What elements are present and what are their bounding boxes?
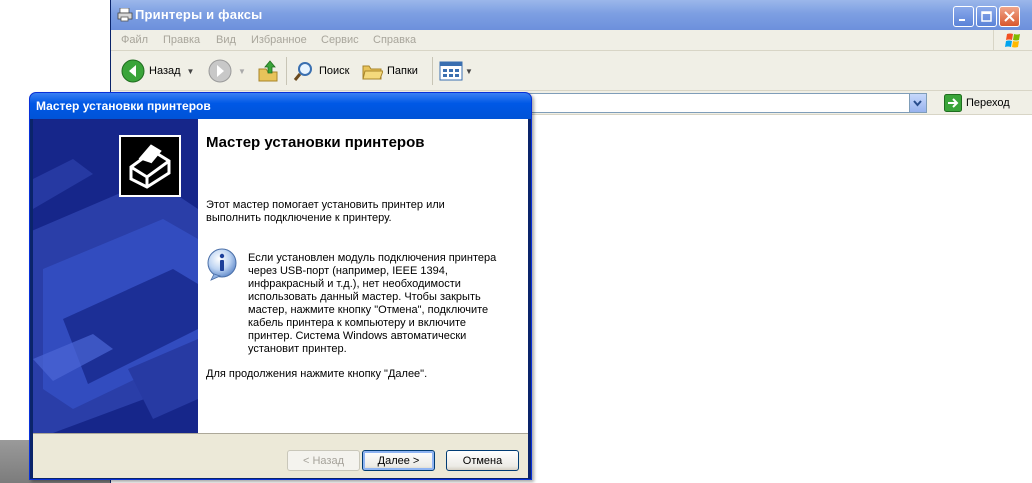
menu-edit[interactable]: Правка [163, 34, 200, 46]
wizard-intro-text: Этот мастер помогает установить принтер … [206, 199, 445, 224]
chevron-down-icon[interactable]: ▼ [465, 67, 473, 76]
folders-icon [362, 65, 383, 80]
views-icon [439, 61, 463, 81]
wizard-content: Мастер установки принтеров Этот мастер п… [198, 119, 528, 433]
printer-wizard-icon [119, 135, 181, 197]
chevron-down-icon[interactable]: ▼ [187, 67, 195, 76]
close-button[interactable] [999, 6, 1020, 27]
wizard-info-text: Если установлен модуль подключения принт… [248, 252, 497, 355]
go-button[interactable]: Переход [944, 94, 1010, 112]
menu-help[interactable]: Справка [373, 34, 416, 46]
wizard-continue-text: Для продолжения нажмите кнопку "Далее". [206, 368, 428, 380]
explorer-title: Принтеры и факсы [135, 7, 263, 22]
menu-file[interactable]: Файл [121, 34, 148, 46]
toolbar-separator [286, 57, 287, 85]
back-button[interactable]: < Назад [287, 450, 360, 471]
wizard-side-banner [33, 119, 198, 433]
chevron-down-icon [913, 100, 922, 107]
minimize-icon [959, 19, 965, 21]
forward-arrow-icon [208, 59, 232, 83]
wizard-title-bar[interactable]: Мастер установки принтеров [30, 93, 531, 119]
menu-view[interactable]: Вид [216, 34, 236, 46]
close-icon [1004, 11, 1015, 22]
printer-wizard-dialog: Мастер установки принтеров Мастер устано… [29, 92, 532, 480]
up-button[interactable] [257, 59, 279, 83]
folders-label: Папки [387, 65, 418, 77]
back-label: Назад [149, 65, 181, 77]
wizard-body: Мастер установки принтеров Этот мастер п… [33, 119, 528, 433]
chevron-down-icon[interactable]: ▼ [238, 67, 246, 76]
wizard-button-bar: < Назад Далее > Отмена [33, 433, 528, 478]
search-label: Поиск [319, 65, 350, 77]
back-arrow-icon [121, 59, 145, 83]
cancel-button[interactable]: Отмена [446, 450, 519, 471]
windows-flag-icon [993, 30, 1032, 51]
maximize-button[interactable] [976, 6, 997, 27]
printer-icon [117, 7, 133, 22]
explorer-title-bar[interactable]: Принтеры и факсы [111, 0, 1032, 30]
standard-toolbar: Назад ▼ ▼ Поиск Папки ▼ [111, 51, 1032, 91]
minimize-button[interactable] [953, 6, 974, 27]
wizard-heading: Мастер установки принтеров [206, 134, 425, 151]
next-button[interactable]: Далее > [362, 450, 435, 471]
forward-button[interactable]: ▼ [208, 59, 246, 83]
wizard-title: Мастер установки принтеров [36, 99, 211, 113]
info-icon [206, 247, 240, 281]
menu-tools[interactable]: Сервис [321, 34, 359, 46]
up-folder-icon [258, 60, 278, 82]
menu-favorites[interactable]: Избранное [251, 34, 307, 46]
views-button[interactable]: ▼ [439, 59, 473, 83]
go-arrow-icon [944, 94, 962, 112]
search-icon [293, 62, 312, 81]
menu-bar: Файл Правка Вид Избранное Сервис Справка [111, 30, 1032, 51]
desktop: Принтеры и факсы Файл Правка Вид Избранн… [0, 0, 1032, 483]
toolbar-separator [432, 57, 433, 85]
go-label: Переход [966, 97, 1010, 109]
folders-button[interactable]: Папки [361, 59, 418, 83]
maximize-icon [981, 11, 992, 22]
back-button[interactable]: Назад ▼ [121, 59, 194, 83]
search-button[interactable]: Поиск [293, 59, 349, 83]
address-dropdown-button[interactable] [909, 94, 926, 112]
